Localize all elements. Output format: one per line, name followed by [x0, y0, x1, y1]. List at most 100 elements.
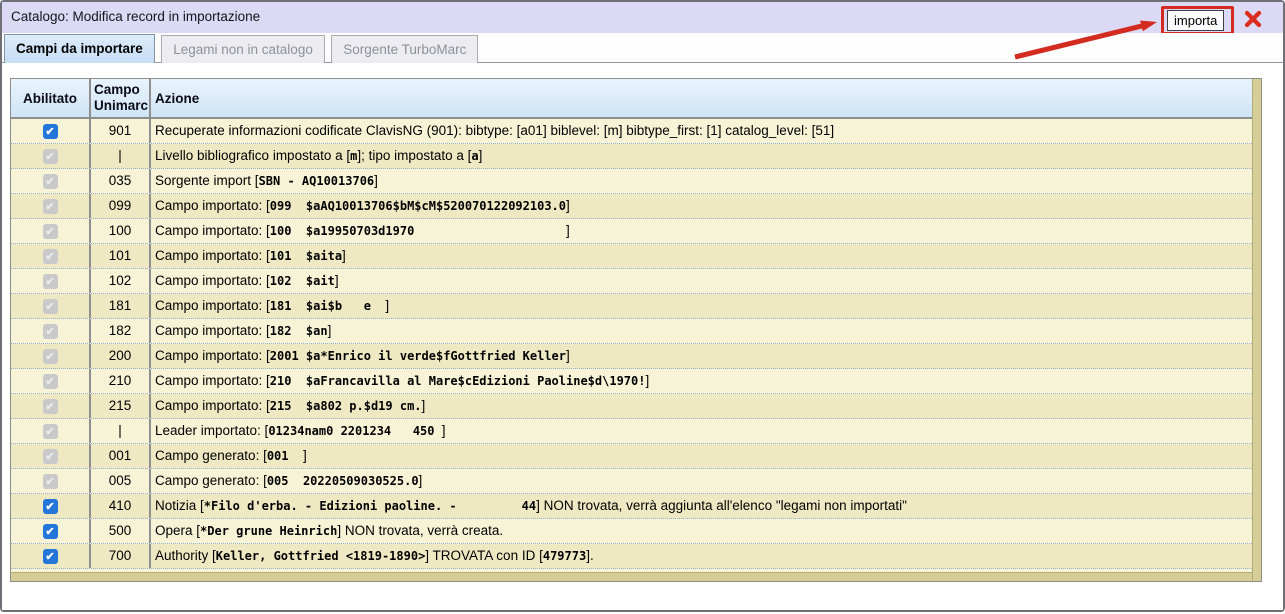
abilitato-cell: ✔: [11, 194, 89, 218]
azione-text-segment: Campo importato: [: [155, 273, 270, 288]
unimarc-field: 102: [89, 269, 149, 293]
unimarc-field: 200: [89, 344, 149, 368]
row-checkbox: ✔: [43, 374, 58, 389]
abilitato-cell: ✔: [11, 294, 89, 318]
abilitato-cell: ✔: [11, 544, 89, 568]
tab-sorgente-turbomarc[interactable]: Sorgente TurboMarc: [331, 35, 478, 63]
table-row: ✔182Campo importato: [182 $an]: [11, 319, 1252, 344]
azione-cell: Livello bibliografico impostato a [m]; t…: [149, 144, 1252, 168]
azione-text-segment: ]: [303, 448, 307, 463]
azione-text-segment: Livello bibliografico impostato a [: [155, 148, 350, 163]
azione-text-segment: ].: [586, 548, 594, 563]
row-checkbox: ✔: [43, 174, 58, 189]
azione-text-segment: Campo importato: [: [155, 298, 270, 313]
azione-mono-segment: *Der grune Heinrich: [200, 524, 337, 538]
azione-text-segment: ]: [479, 148, 483, 163]
azione-text-segment: ]; tipo impostato a [: [357, 148, 471, 163]
azione-text-segment: Campo importato: [: [155, 223, 270, 238]
table-row: ✔035Sorgente import [SBN - AQ10013706]: [11, 169, 1252, 194]
table-row: ✔005Campo generato: [005 20220509030525.…: [11, 469, 1252, 494]
row-checkbox: ✔: [43, 399, 58, 414]
abilitato-cell: ✔: [11, 219, 89, 243]
unimarc-field: 099: [89, 194, 149, 218]
row-checkbox[interactable]: ✔: [43, 524, 58, 539]
azione-text-segment: ]: [342, 248, 346, 263]
azione-mono-segment: 2001 $a*Enrico il verde$fGottfried Kelle…: [270, 349, 566, 363]
row-checkbox[interactable]: ✔: [43, 124, 58, 139]
abilitato-cell: ✔: [11, 119, 89, 143]
unimarc-field: 210: [89, 369, 149, 393]
azione-text-segment: ]: [566, 223, 570, 238]
abilitato-cell: ✔: [11, 469, 89, 493]
azione-cell: Campo importato: [102 $ait]: [149, 269, 1252, 293]
azione-mono-segment: 182 $an: [270, 324, 328, 338]
azione-text-segment: ] TROVATA con ID [: [425, 548, 543, 563]
abilitato-cell: ✔: [11, 344, 89, 368]
abilitato-cell: ✔: [11, 394, 89, 418]
azione-mono-segment: a: [471, 149, 478, 163]
azione-mono-segment: *Filo d'erba. - Edizioni paoline. - 44: [204, 499, 536, 513]
azione-text-segment: ]: [645, 373, 649, 388]
azione-mono-segment: SBN - AQ10013706: [259, 174, 375, 188]
table-row: ✔901Recuperate informazioni codificate C…: [11, 119, 1252, 144]
abilitato-cell: ✔: [11, 444, 89, 468]
azione-text-segment: ]: [442, 423, 446, 438]
azione-text-segment: Sorgente import [: [155, 173, 259, 188]
row-checkbox: ✔: [43, 274, 58, 289]
azione-mono-segment: 479773: [543, 549, 586, 563]
unimarc-field: 215: [89, 394, 149, 418]
azione-cell: Campo importato: [101 $aita]: [149, 244, 1252, 268]
table-row: ✔101Campo importato: [101 $aita]: [11, 244, 1252, 269]
row-checkbox[interactable]: ✔: [43, 499, 58, 514]
azione-mono-segment: 001: [267, 449, 303, 463]
abilitato-cell: ✔: [11, 369, 89, 393]
azione-mono-segment: 102 $ait: [270, 274, 335, 288]
azione-cell: Campo importato: [100 $a19950703d1970 ]: [149, 219, 1252, 243]
abilitato-cell: ✔: [11, 494, 89, 518]
row-checkbox: ✔: [43, 149, 58, 164]
azione-mono-segment: 210 $aFrancavilla al Mare$cEdizioni Paol…: [270, 374, 646, 388]
azione-text-segment: ]: [335, 273, 339, 288]
abilitato-cell: ✔: [11, 519, 89, 543]
unimarc-field: 182: [89, 319, 149, 343]
azione-cell: Campo importato: [2001 $a*Enrico il verd…: [149, 344, 1252, 368]
azione-text-segment: Opera [: [155, 523, 200, 538]
azione-text-segment: ]: [422, 398, 426, 413]
row-checkbox[interactable]: ✔: [43, 549, 58, 564]
horizontal-scrollbar[interactable]: [11, 572, 1252, 581]
abilitato-cell: ✔: [11, 169, 89, 193]
azione-cell: Notizia [*Filo d'erba. - Edizioni paolin…: [149, 494, 1252, 518]
col-header-campo-unimarc: Campo Unimarc: [89, 79, 149, 117]
azione-cell: Campo importato: [182 $an]: [149, 319, 1252, 343]
abilitato-cell: ✔: [11, 319, 89, 343]
azione-text-segment: Notizia [: [155, 498, 204, 513]
unimarc-field: |: [89, 419, 149, 443]
tabbar: Campi da importare Legami non in catalog…: [2, 33, 1283, 63]
azione-text-segment: Authority [: [155, 548, 216, 563]
abilitato-cell: ✔: [11, 269, 89, 293]
table-row: ✔181Campo importato: [181 $ai$b e ]: [11, 294, 1252, 319]
tab-legami-non-in-catalogo[interactable]: Legami non in catalogo: [161, 35, 325, 63]
azione-mono-segment: 100 $a19950703d1970: [270, 224, 566, 238]
azione-text-segment: ]: [566, 348, 570, 363]
azione-text-segment: ]: [385, 298, 389, 313]
close-icon[interactable]: [1243, 9, 1263, 29]
azione-text-segment: Campo importato: [: [155, 198, 270, 213]
table-row: ✔102Campo importato: [102 $ait]: [11, 269, 1252, 294]
tab-campi-da-importare[interactable]: Campi da importare: [4, 34, 155, 63]
azione-text-segment: Campo importato: [: [155, 398, 270, 413]
row-checkbox: ✔: [43, 424, 58, 439]
azione-mono-segment: 099 $aAQ10013706$bM$cM$520070122092103.0: [270, 199, 566, 213]
azione-mono-segment: 215 $a802 p.$d19 cm.: [270, 399, 422, 413]
table-row: ✔200Campo importato: [2001 $a*Enrico il …: [11, 344, 1252, 369]
azione-text-segment: Campo generato: [: [155, 448, 267, 463]
row-checkbox: ✔: [43, 449, 58, 464]
import-button[interactable]: importa: [1167, 10, 1224, 31]
vertical-scrollbar[interactable]: [1252, 79, 1261, 581]
titlebar: Catalogo: Modifica record in importazion…: [2, 2, 1283, 33]
table-row: ✔|Livello bibliografico impostato a [m];…: [11, 144, 1252, 169]
azione-mono-segment: Keller, Gottfried <1819-1890>: [216, 549, 426, 563]
azione-text-segment: Recuperate informazioni codificate Clavi…: [155, 123, 834, 138]
azione-text-segment: Campo importato: [: [155, 348, 270, 363]
table-body: ✔901Recuperate informazioni codificate C…: [11, 119, 1252, 572]
